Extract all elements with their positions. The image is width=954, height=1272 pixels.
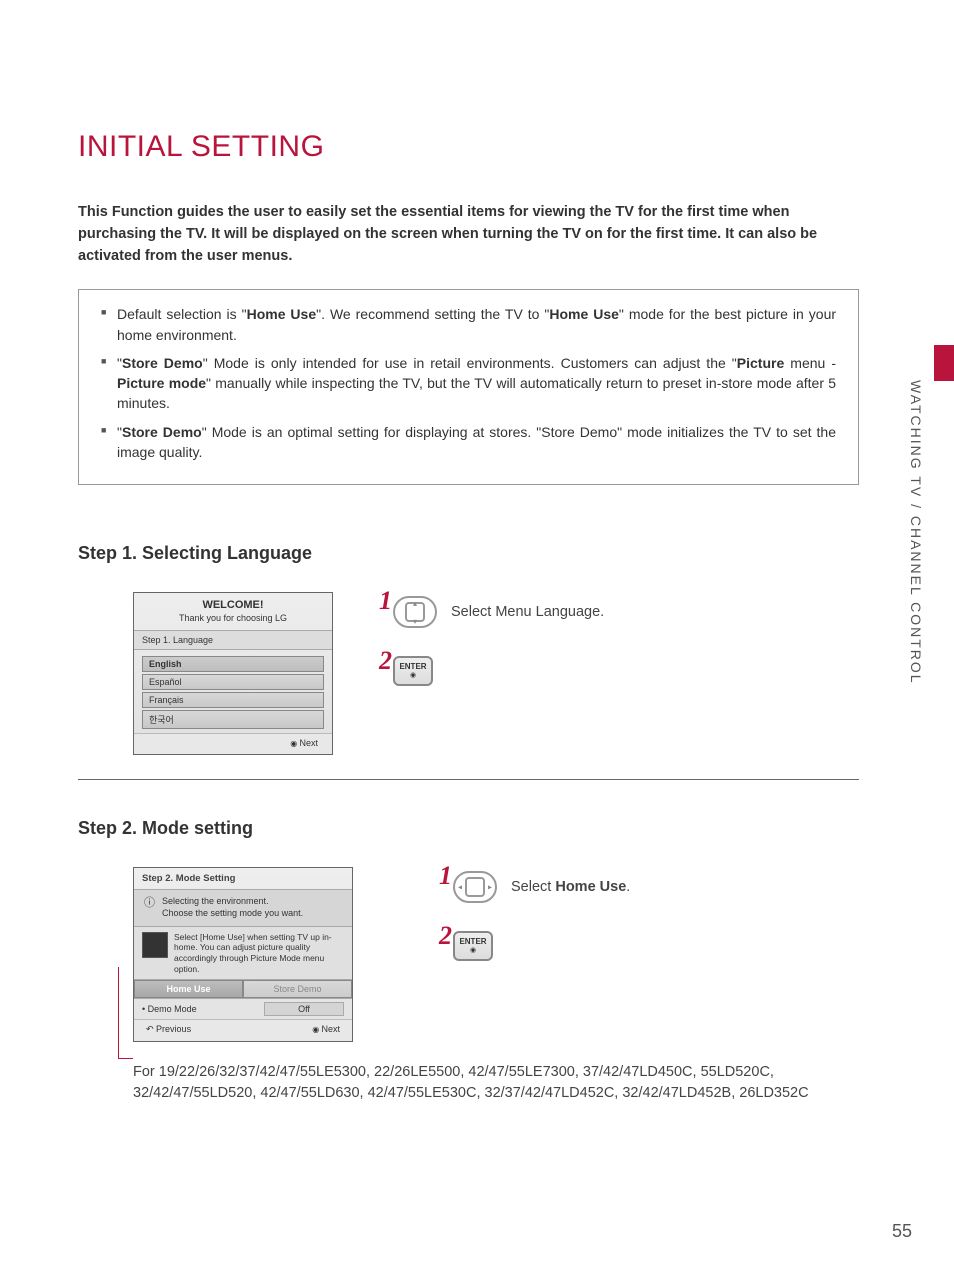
callout-line [118,967,133,1059]
dialog-next-button-2[interactable]: Next [312,1024,340,1035]
enter-button-icon: ENTER [393,656,433,686]
nav-up-down-icon: ▴▾ [393,596,437,628]
dialog-step-label: Step 1. Language [134,630,332,650]
lang-option-korean[interactable]: 한국어 [142,710,324,729]
dialog-next-button[interactable]: Next [134,733,332,754]
step2-instr-text: Select Home Use. [511,879,630,895]
step1-row: WELCOME! Thank you for choosing LG Step … [78,592,859,755]
step2-number-2: 2 [439,921,452,951]
energy-star-icon [142,932,168,958]
demo-mode-label: • Demo Mode [142,1004,264,1014]
page-number: 55 [892,1221,912,1242]
dialog-previous-button[interactable]: Previous [146,1024,191,1035]
mode-dialog-energy-info: Select [Home Use] when setting TV up in-… [134,927,352,981]
separator [78,779,859,780]
dialog-welcome-subtitle: Thank you for choosing LG [134,613,332,625]
intro-paragraph: This Function guides the user to easily … [78,202,859,267]
lang-option-english[interactable]: English [142,656,324,672]
demo-mode-value[interactable]: Off [264,1002,344,1016]
mode-dialog-title: Step 2. Mode Setting [134,868,352,889]
step1-instr-text: Select Menu Language. [451,604,604,620]
notes-box: Default selection is "Home Use". We reco… [78,289,859,485]
section-side-label: WATCHING TV / CHANNEL CONTROL [908,380,924,685]
step-number-1: 1 [379,586,392,616]
step2-row: Step 2. Mode Setting Selecting the envir… [78,867,859,1042]
enter-button-icon-2: ENTER [453,931,493,961]
dialog-welcome-title: WELCOME! [134,598,332,612]
note-item-2: "Store Demo" Mode is only intended for u… [101,353,836,414]
home-use-tab[interactable]: Home Use [134,980,243,998]
note-item-1: Default selection is "Home Use". We reco… [101,304,836,345]
store-demo-tab[interactable]: Store Demo [243,980,352,998]
mode-dialog: Step 2. Mode Setting Selecting the envir… [133,867,353,1042]
lang-option-francais[interactable]: Français [142,692,324,708]
step2-heading: Step 2. Mode setting [78,818,859,839]
step-number-2: 2 [379,646,392,676]
step1-instructions: 1 ▴▾ Select Menu Language. 2 ENTER [393,592,604,714]
mode-dialog-info: Selecting the environment. Choose the se… [134,889,352,926]
nav-4way-icon: ◂▸ [453,871,497,903]
note-item-3: "Store Demo" Mode is an optimal setting … [101,422,836,463]
lang-option-espanol[interactable]: Español [142,674,324,690]
page-title: INITIAL SETTING [78,130,859,164]
step1-heading: Step 1. Selecting Language [78,543,859,564]
step2-instructions: 1 ◂▸ Select Home Use. 2 ENTER [453,867,630,989]
language-dialog: WELCOME! Thank you for choosing LG Step … [133,592,333,755]
section-tab-marker [934,345,954,381]
models-note: For 19/22/26/32/37/42/47/55LE5300, 22/26… [133,1062,859,1104]
step2-number-1: 1 [439,861,452,891]
